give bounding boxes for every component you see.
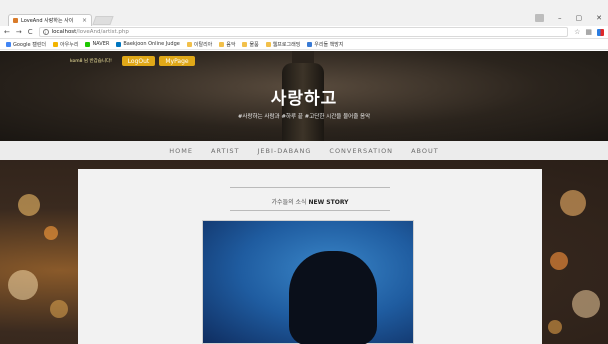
mypage-button[interactable]: MyPage [159,56,195,66]
new-tab-button[interactable] [92,16,114,25]
forward-icon[interactable]: → [16,28,22,36]
menu-jebi-dabang[interactable]: JEBI-DABANG [258,147,312,155]
back-icon[interactable]: ← [4,28,10,36]
menu-artist[interactable]: ARTIST [211,147,239,155]
hero-banner: kom8 님 반갑습니다! LogOut MyPage 사랑하고 #사랑하는 사… [0,51,608,141]
extension-icon[interactable]: ▦ [585,28,592,36]
bookmark-icon [116,41,122,47]
bookmark-label: Baekjoon Online Judge [123,41,180,47]
bookmark-icon [85,41,91,47]
divider-line [230,210,390,211]
profile-icon[interactable] [535,14,544,22]
greeting-text: kom8 님 반갑습니다! [70,59,112,64]
bokeh-light [572,290,600,318]
site-tagline: #사랑하는 사람과 #하루 끝 #고단한 시간을 물어줄 음악 [237,114,371,120]
minimize-icon[interactable]: – [558,14,562,22]
web-page: kom8 님 반갑습니다! LogOut MyPage 사랑하고 #사랑하는 사… [0,51,608,344]
site-logo[interactable]: 사랑하고 [0,84,608,109]
bookmark-item[interactable]: NAVER [85,41,109,47]
divider-line [230,187,390,188]
bookmark-label: 이탈리아 [193,41,213,48]
bookmark-star-icon[interactable]: ☆ [574,28,580,36]
main-menu: HOME ARTIST JEBI-DABANG CONVERSATION ABO… [0,141,608,160]
address-bar-row: ← → C i localhost/loveAnd/artist.php ☆ ▦ [0,26,608,39]
browser-tab[interactable]: LoveAnd 사랑하는 사이 × [8,14,92,26]
bookmark-item[interactable]: 이탈리아 [186,41,213,48]
bookmark-icon [6,41,11,47]
section-title-kr: 가수들의 소식 [271,199,307,206]
menu-conversation[interactable]: CONVERSATION [329,147,393,155]
maximize-icon[interactable]: ▢ [576,14,583,22]
favicon-icon [13,18,18,23]
bokeh-light [550,252,568,270]
bokeh-light [548,320,562,334]
logout-button[interactable]: LogOut [122,56,155,66]
bokeh-light [18,194,40,216]
section-title-en: NEW STORY [308,199,349,206]
browser-titlebar: LoveAnd 사랑하는 사이 × – ▢ ✕ [0,0,608,26]
bookmark-label: 우리들 책방지 [314,41,344,48]
content-panel: 가수들의 소식 NEW STORY [78,169,542,344]
bookmark-item[interactable]: Google 캘린더 [6,41,46,48]
bookmark-label: NAVER [92,41,110,47]
bookmark-item[interactable]: 우리들 책방지 [307,41,344,48]
person-silhouette [289,251,377,344]
menu-home[interactable]: HOME [169,147,193,155]
bookmark-label: 웹프로그래밍 [272,41,301,48]
url-path: /loveAnd/artist.php [76,29,129,35]
bookmark-item[interactable]: 웹프로그래밍 [265,41,301,48]
bookmark-icon [307,41,313,47]
tab-title: LoveAnd 사랑하는 사이 [21,18,74,24]
bokeh-light [50,300,68,318]
bookmark-item[interactable]: 아우누리 [53,41,78,48]
bookmark-icon [265,41,271,47]
close-window-icon[interactable]: ✕ [596,14,602,22]
url-text: localhost/loveAnd/artist.php [52,29,129,35]
bookmark-label: 물품 [249,41,259,48]
bookmark-item[interactable]: 물품 [242,41,259,48]
bookmark-item[interactable]: 음악 [219,41,235,48]
bookmark-label: Google 캘린더 [13,41,47,48]
bookmark-icon [242,41,248,47]
section-title: 가수들의 소식 NEW STORY [78,197,542,206]
bookmark-label: 음악 [226,41,236,48]
info-icon[interactable]: i [42,29,49,35]
extension-flag-icon[interactable] [597,28,604,36]
bookmark-label: 아우누리 [60,41,79,48]
close-tab-icon[interactable]: × [82,17,87,24]
bookmark-item[interactable]: Baekjoon Online Judge [116,41,180,47]
bokeh-light [560,190,586,216]
menu-about[interactable]: ABOUT [411,147,439,155]
window-controls: – ▢ ✕ [535,14,608,22]
bookmark-icon [53,41,59,47]
address-input[interactable]: i localhost/loveAnd/artist.php [38,27,569,37]
address-actions: ☆ ▦ [574,28,604,36]
reload-icon[interactable]: C [28,28,33,36]
url-host: localhost [51,29,77,35]
bokeh-light [8,270,38,300]
bokeh-light [44,226,58,240]
bookmark-icon [186,41,192,47]
bookmark-icon [219,41,225,47]
story-photo[interactable] [202,220,414,344]
bookmarks-bar: Google 캘린더 아우누리 NAVER Baekjoon Online Judge… [0,39,608,50]
